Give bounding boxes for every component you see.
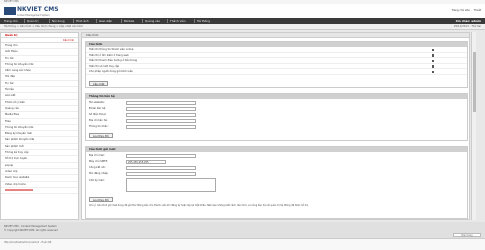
logout-link[interactable]: Thoát <box>474 9 481 12</box>
field-label: Địa chỉ liên hệ: <box>89 119 108 122</box>
option-label: Hiển thị số lượt truy cập <box>89 64 120 68</box>
current-date: 25/11/2013 - Thứ hai <box>453 25 481 28</box>
nav-divider <box>121 19 122 23</box>
sidebar-item-active[interactable]: XXXXXXXXXXXXXX <box>1 188 78 195</box>
field-label: Số điện thoại: <box>89 113 107 116</box>
option-label: Hiển thị thông tin thành viên online <box>89 48 134 51</box>
field-label: Cổng kết nối: <box>89 166 106 169</box>
update-button[interactable]: Cập nhật <box>89 81 109 86</box>
breadcrumb-path[interactable]: Hệ thống > Cấu hình > Cấu hình chung > C… <box>4 24 83 30</box>
nav-divider <box>142 19 143 23</box>
site-home-link[interactable]: Trang chủ site <box>452 9 470 12</box>
section-heading: Cấu hình gửi mail <box>86 147 467 152</box>
option-checkbox[interactable] <box>431 70 434 74</box>
mail-config-section: Cấu hình gửi mail Địa chỉ mail: Máy chủ … <box>85 146 468 219</box>
contact-section: Thông tin liên hệ Tên website: Email liê… <box>85 93 468 141</box>
option-label: Hiển thị thanh điều hướng ở đầu trang <box>89 59 138 63</box>
address-input[interactable] <box>126 119 196 123</box>
contact-email-input[interactable] <box>126 107 196 111</box>
port-input[interactable] <box>126 166 196 170</box>
footer: NKVIET CMS - Content Management System ©… <box>0 222 485 238</box>
field-label: Địa chỉ mail: <box>89 154 105 157</box>
mail-note: Chú ý: Cấu hình gửi mail dùng để gửi thư… <box>89 204 309 207</box>
footer-line: NKVIET CMS - Content Management System <box>4 225 57 228</box>
scrollbar-thumb[interactable] <box>473 52 476 112</box>
breadcrumb: Hệ thống > Cấu hình > Cấu hình chung > C… <box>0 24 485 30</box>
nav-divider <box>24 19 25 23</box>
page-root: NKVIET CMS NKVIET CMS Content Management… <box>0 0 485 250</box>
save-mail-button[interactable]: Lưu thay đổi <box>89 197 113 202</box>
field-label: Tên đăng nhập: <box>89 172 109 175</box>
nav-divider <box>194 19 195 23</box>
status-bar: http://localhost/admin/cauhinh - Hoàn tấ… <box>0 238 485 250</box>
nav-divider <box>96 19 97 23</box>
field-label: Chữ ký mail: <box>89 179 105 182</box>
browser-title: NKVIET CMS <box>4 0 19 3</box>
option-checkbox[interactable] <box>431 65 434 68</box>
section-heading: Thông tin liên hệ <box>86 94 467 99</box>
logo-text: NKVIET CMS <box>17 6 59 13</box>
signature-textarea[interactable] <box>126 178 216 192</box>
field-label: Thông tin khác: <box>89 125 109 128</box>
mail-address-input[interactable] <box>126 154 196 158</box>
nav-divider <box>49 19 50 23</box>
footer-copyright: © Copyright NKVIET.COM. All rights reser… <box>4 229 58 232</box>
field-label: Tên website: <box>89 101 105 104</box>
sidebar: Quản trị Cấu hình Trang chủ Giới thiệu T… <box>0 32 79 220</box>
status-text: http://localhost/admin/cauhinh - Hoàn tấ… <box>4 241 52 244</box>
logo-subtitle: Content Management System <box>17 13 50 17</box>
phone-input[interactable] <box>126 113 196 117</box>
option-checkbox[interactable] <box>431 48 434 51</box>
field-label: Email liên hệ: <box>89 107 107 110</box>
other-info-input[interactable] <box>126 125 196 129</box>
field-label: Máy chủ SMTP: <box>89 160 108 163</box>
back-to-top-button[interactable]: Đầu trang <box>453 233 481 237</box>
save-contact-button[interactable]: Lưu thay đổi <box>89 133 113 138</box>
username-input[interactable] <box>126 172 196 176</box>
option-row: Cho phép người dùng gửi bình luận <box>86 69 467 75</box>
site-header: NKVIET CMS Content Management System Tra… <box>0 4 485 18</box>
header-links: Trang chủ site Thoát <box>449 9 481 12</box>
option-checkbox[interactable] <box>431 54 434 57</box>
website-name-input[interactable] <box>126 101 196 105</box>
nav-divider <box>167 19 168 23</box>
general-config-section: Cấu hình Hiển thị thông tin thành viên o… <box>85 41 468 88</box>
option-label: Cho phép người dùng gửi bình luận <box>89 70 133 74</box>
smtp-select[interactable]: 255.255.255.255 <box>126 160 166 164</box>
main-panel: Cấu hình Cấu hình Hiển thị thông tin thà… <box>81 32 470 220</box>
option-label: Hiển thị ô tìm kiếm ở trang web <box>89 53 129 57</box>
page-title: Cấu hình <box>82 33 469 38</box>
nav-divider <box>73 19 74 23</box>
scrollbar[interactable] <box>471 32 476 220</box>
logo-icon <box>4 7 16 15</box>
option-checkbox[interactable] <box>431 59 434 63</box>
